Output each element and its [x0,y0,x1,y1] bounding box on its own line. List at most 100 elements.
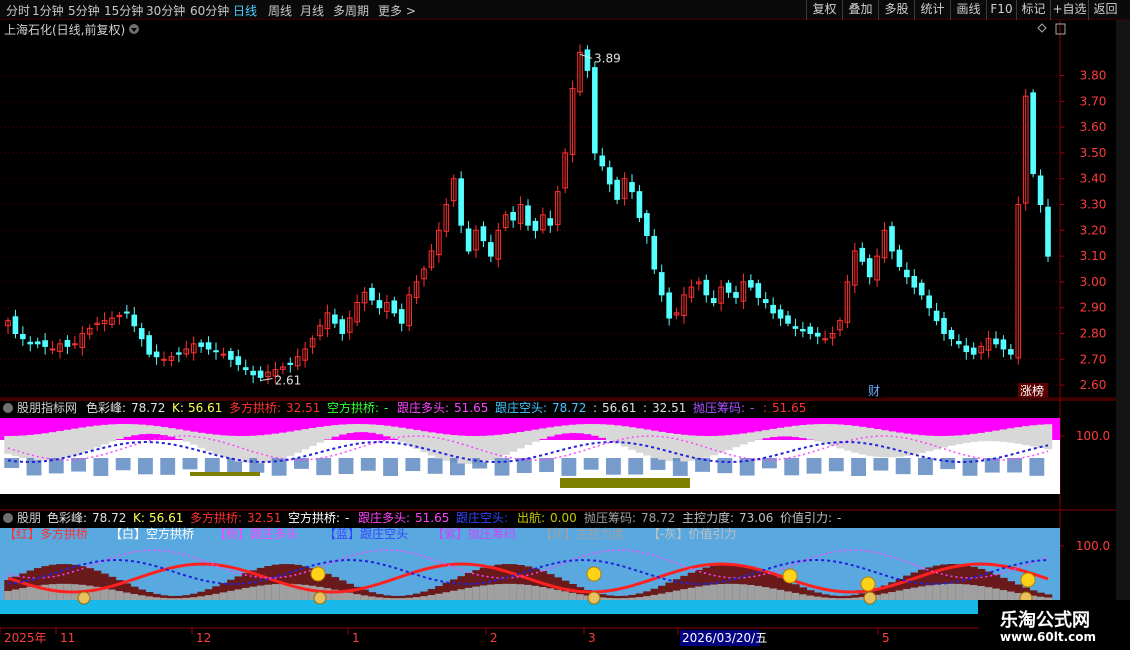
ind1-gray-band [539,428,548,439]
ind1-blue-bar [695,458,710,472]
ind2-gray-col [932,584,941,600]
ind1-gray-band [130,424,139,436]
candle-body [918,282,925,296]
ind1-gray-band [888,431,897,458]
toolbar-button-6[interactable]: 标记 [1016,0,1050,20]
y-tick-label-1: 3.70 [1080,94,1107,108]
toolbar-button-3[interactable]: 统计 [914,0,950,20]
ind1-gray-band [86,426,94,451]
ind1-blue-bar [115,458,131,471]
candle-body [666,292,672,319]
y-tick-label-4: 3.40 [1080,172,1107,186]
candle-body [748,280,754,288]
ind2-gray-col [970,585,978,600]
period-tab-4[interactable]: 30分钟 [146,2,185,19]
ind1-gray-band [843,425,852,451]
toolbar-button-2[interactable]: 多股 [878,0,914,20]
period-tab-3[interactable]: 15分钟 [104,2,143,19]
candle-body [755,283,762,298]
money-bag-icon [863,591,877,605]
ind2-gray-col [776,589,785,600]
toolbar-button-7[interactable]: +自选 [1050,0,1088,20]
ind2-gray-col [635,597,644,600]
ind2-gray-col [420,596,429,600]
ind1-gray-band [531,429,540,442]
ind2-legend-item-2: 【粉】跟庄多头 [214,526,298,541]
period-tab-7[interactable]: 周线 [268,2,292,19]
ind1-item-value-5: 78.72 [552,401,586,415]
ind1-gray-band [56,431,65,460]
candle-body [636,191,643,218]
ind2-item-label-4: 跟庄多头: [358,510,410,525]
candle-body [710,298,717,304]
ind1-blue-bar [873,458,889,471]
period-tab-9[interactable]: 多周期 [333,2,369,19]
ind2-gray-col [19,588,28,600]
period-tab-10[interactable]: 更多 > [378,2,416,19]
ind1-gray-band [4,436,13,454]
ind1-gray-band [197,432,206,448]
toolbar-button-8[interactable]: 返回 [1088,0,1122,20]
period-tab-5[interactable]: 60分钟 [190,2,229,19]
ind1-gray-band [739,433,748,445]
toolbar-button-4[interactable]: 画线 [950,0,986,20]
candle-body [488,242,494,257]
ind1-item-label-6: : [593,401,597,415]
toolbar-button-1[interactable]: 叠加 [842,0,878,20]
ind1-blue-bar [160,458,176,475]
ind2-gray-col [955,583,964,600]
date-label-5: 3 [588,631,596,645]
candle-body [42,340,48,347]
ind2-gray-col [791,592,800,600]
ind1-gray-band [405,428,414,446]
ind2-gray-col [539,587,548,600]
ind2-gray-col [658,593,666,600]
y-tick-label-0: 3.80 [1080,69,1107,83]
ind1-olive-bar-2 [190,472,260,476]
ind2-gray-col [145,596,154,600]
ind1-gray-band [331,425,340,437]
toolbar-button-0[interactable]: 复权 [806,0,842,20]
ind2-gray-col [613,598,622,600]
candle-body [27,341,34,345]
candle-body [220,353,227,356]
ind1-gray-band [955,435,964,445]
ind1-gray-band [123,424,132,437]
candle-body [606,167,613,185]
ind1-gray-band [100,424,109,445]
ind1-gray-band [93,425,102,448]
chart-title: 上海石化(日线,前复权) [4,22,125,37]
ind2-gray-col [346,592,354,600]
date-label-0: 2025年 [4,631,47,645]
candle-body [131,314,138,327]
ind2-gray-col [918,586,926,600]
y-tick-label-2: 3.60 [1080,120,1107,134]
smiley-icon [310,566,326,582]
candle-body [941,318,947,335]
toolbar-button-5[interactable]: F10 [986,0,1016,20]
candle-body [725,282,732,293]
ind2-gray-col [531,585,540,600]
candle-body [12,316,19,335]
period-tab-0[interactable]: 分时 [6,2,30,19]
ind1-gray-band [791,425,800,437]
y-tick-label-5: 3.30 [1080,198,1107,212]
watermark-url: www.60lt.com [1000,630,1097,644]
candle-body [20,333,26,340]
period-tab-1[interactable]: 1分钟 [32,2,64,19]
ind2-gray-col [494,584,503,600]
period-toolbar: 分时 1分钟 5分钟 15分钟 30分钟 60分钟 日线 周线 月线 多周期 更多 > 复权 叠加 多股统… [0,0,1130,20]
ind2-gray-col [242,587,250,600]
period-tab-6[interactable]: 日线 [233,2,257,19]
period-tab-2[interactable]: 5分钟 [68,2,100,19]
candle-body [287,362,294,365]
period-tab-8[interactable]: 月线 [300,2,324,19]
candle-body [644,213,650,236]
y-tick-label-12: 2.60 [1080,378,1107,392]
ind2-gray-col [821,597,830,600]
ind1-gray-band [568,424,577,433]
candle-body [792,326,799,329]
ind2-gray-col [769,588,778,600]
ind2-gray-col [108,589,117,600]
ind1-gray-band [680,434,689,462]
